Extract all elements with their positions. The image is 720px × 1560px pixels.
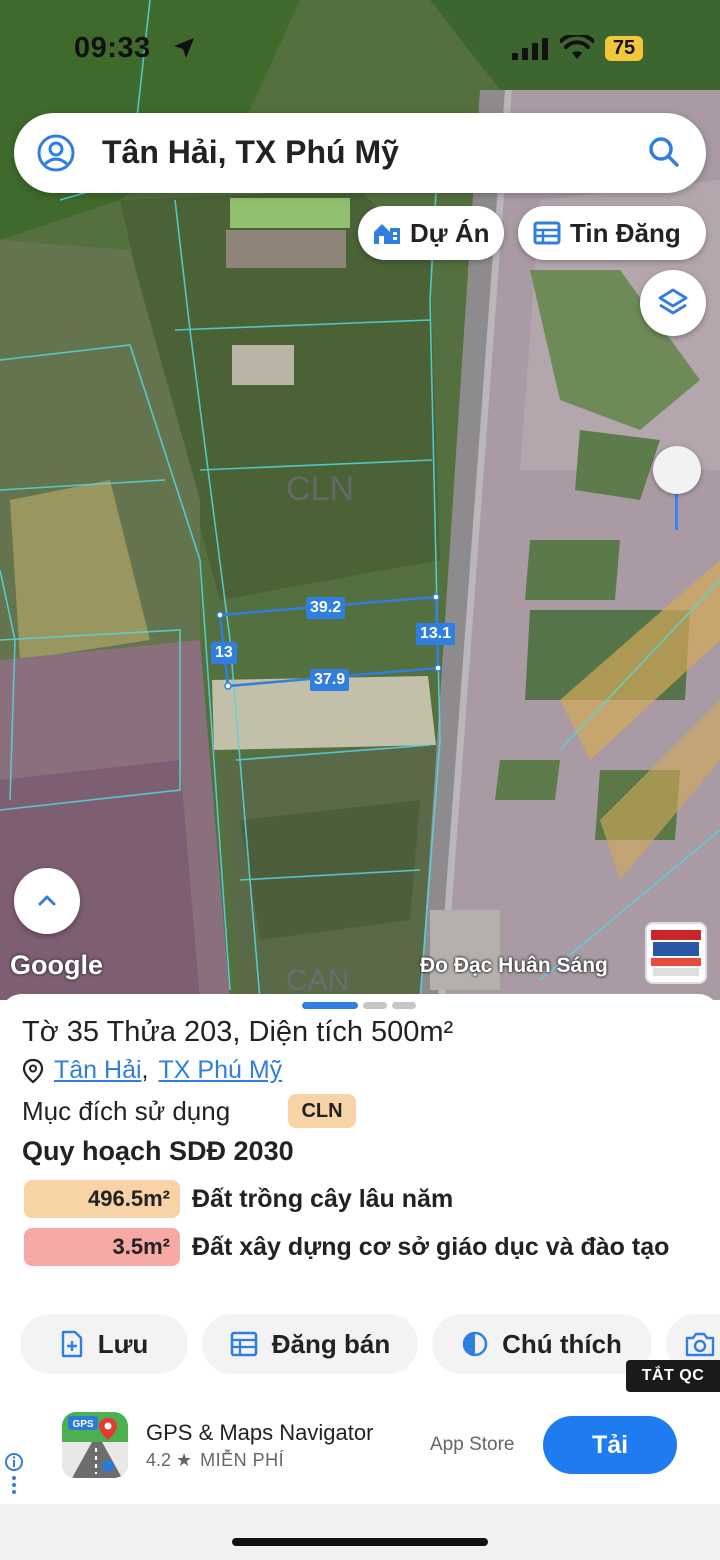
legend-label: Chú thích [502,1328,622,1359]
gps-navigator-app-icon: GPS [62,1412,128,1478]
battery-indicator: 75 [605,36,643,61]
wifi-icon [560,35,594,59]
search-icon[interactable] [646,134,682,170]
status-time: 09:33 [74,32,151,64]
listings-filter-label: Tin Đăng [570,217,681,248]
ad-app-meta: 4.2 ★ MIỄN PHÍ [146,1450,284,1471]
user-profile-icon[interactable] [36,133,76,173]
status-bar: 09:33 75 [0,0,720,96]
parcel-info-sheet: Tờ 35 Thửa 203, Diện tích 500m² Tân Hải … [0,994,720,1394]
map-view[interactable]: CLN CAN 39.2 13.1 13 37.9 09:33 75 Tân H… [0,0,720,1000]
projects-filter-label: Dự Án [410,217,490,248]
ad-rating: 4.2 ★ [146,1450,193,1470]
layers-icon [658,288,688,315]
land-code-cln: CLN [286,470,354,508]
location-arrow-icon [174,38,194,58]
listings-filter-button[interactable]: Tin Đăng [518,206,706,260]
watermark-logo [645,922,707,984]
parcel-address: Tân Hải , TX Phú Mỹ [22,1056,282,1085]
half-circle-contrast-icon [462,1331,488,1357]
ad-banner[interactable]: GPS GPS & Maps Navigator 4.2 ★ MIỄN PHÍ A… [0,1394,720,1504]
listing-table-icon [533,221,561,245]
district-link[interactable]: TX Phú Mỹ [159,1056,283,1085]
sheet-page-indicator-active[interactable] [302,1002,358,1009]
save-button[interactable]: Lưu [20,1314,188,1374]
parcel-title: Tờ 35 Thửa 203, Diện tích 500m² [22,1016,454,1048]
gps-app-icon[interactable]: GPS [62,1412,128,1478]
ward-link[interactable]: Tân Hải [54,1056,142,1085]
home-indicator[interactable] [232,1538,488,1546]
save-document-icon [61,1330,82,1358]
plan-area-value: 496.5m² [24,1180,180,1218]
watermark-text: Đo Đạc Huân Sáng [420,954,608,977]
projects-filter-button[interactable]: Dự Án [358,206,504,260]
expand-panel-button[interactable] [14,868,80,934]
land-plan-title: Quy hoạch SDĐ 2030 [22,1136,294,1166]
plan-area-description: Đất xây dựng cơ sở giáo dục và đào tạo [192,1233,670,1261]
ad-app-name[interactable]: GPS & Maps Navigator [146,1420,373,1446]
land-use-purpose-label: Mục đích sử dụng [22,1096,231,1126]
cellular-signal-icon [512,38,548,60]
post-for-sale-button[interactable]: Đăng bán [202,1314,418,1374]
post-for-sale-label: Đăng bán [271,1328,391,1359]
land-code-bottom: CAN [286,964,349,997]
bottom-safe-area [0,1504,720,1560]
plan-area-value: 3.5m² [24,1228,180,1266]
land-use-code-badge: CLN [288,1094,356,1128]
map-layers-button[interactable] [640,270,706,336]
chevron-up-icon [38,895,56,906]
dimension-bottom-label: 37.9 [310,669,350,691]
location-pin-icon [22,1058,44,1083]
legend-button[interactable]: Chú thích [432,1314,652,1374]
ad-price: MIỄN PHÍ [200,1450,285,1470]
save-label: Lưu [97,1328,149,1359]
turn-off-ads-button[interactable]: TẮT QC [626,1360,720,1392]
dimension-top-label: 39.2 [306,597,346,619]
search-bar[interactable]: Tân Hải, TX Phú Mỹ [14,113,706,193]
plan-area-description: Đất trồng cây lâu năm [192,1185,454,1213]
ad-store-name: App Store [430,1434,515,1455]
camera-icon [685,1332,715,1357]
google-attribution: Google [10,950,103,980]
dimension-left-label: 13 [211,642,237,664]
listing-table-icon [230,1331,258,1357]
building-icon [374,224,400,244]
ad-info-icon[interactable] [4,1452,24,1498]
search-location-title[interactable]: Tân Hải, TX Phú Mỹ [102,134,399,171]
sheet-page-indicator[interactable] [392,1002,416,1009]
surveyor-logo-icon [647,924,705,982]
sheet-page-indicator[interactable] [363,1002,387,1009]
svg-text:GPS: GPS [72,1419,93,1430]
dimension-right-label: 13.1 [416,623,456,645]
ad-download-button[interactable]: Tải [543,1416,677,1474]
opacity-slider-knob[interactable] [653,446,701,494]
